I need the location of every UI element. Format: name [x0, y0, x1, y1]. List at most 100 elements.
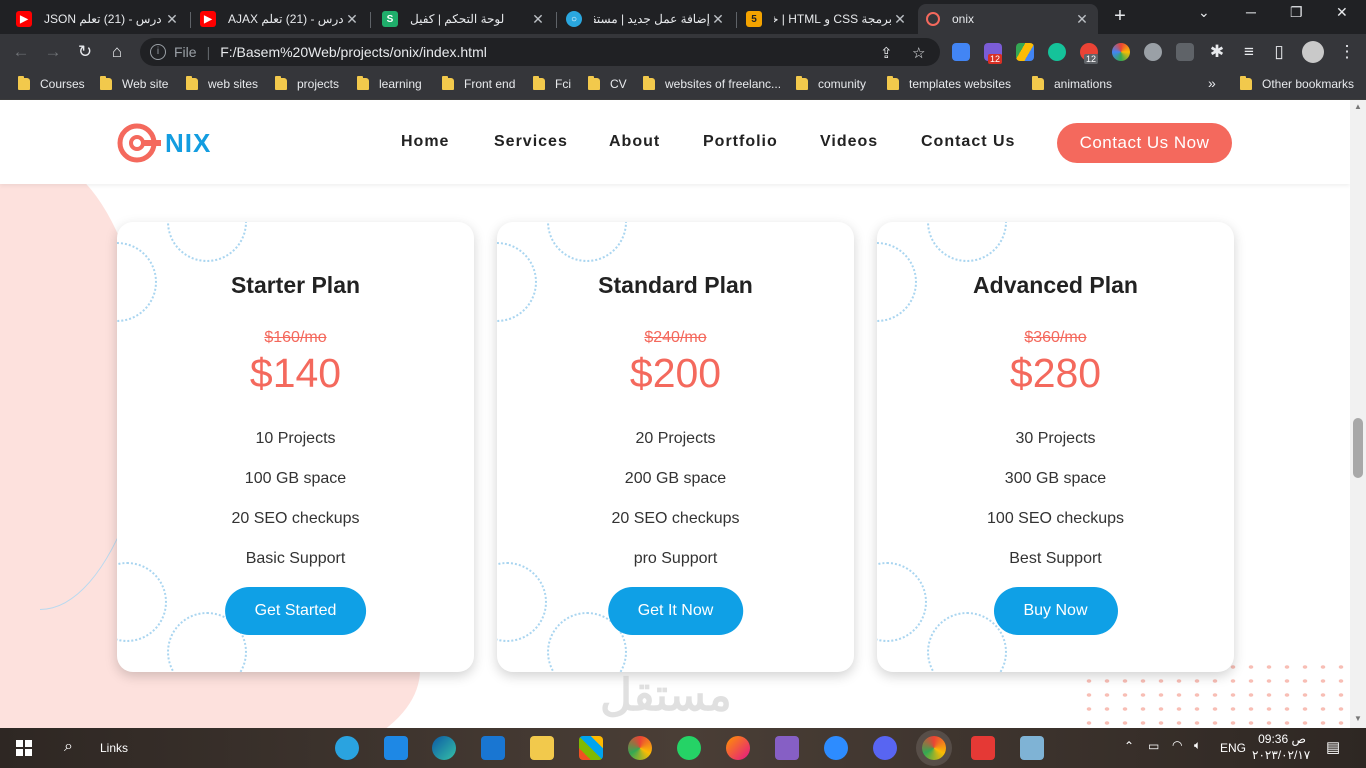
browser-tab-active[interactable]: onix ✕ [918, 4, 1098, 34]
contact-us-now-button[interactable]: Contact Us Now [1057, 123, 1232, 163]
mail-icon[interactable] [481, 736, 505, 760]
chrome-icon[interactable] [628, 736, 652, 760]
vscode-icon[interactable] [384, 736, 408, 760]
close-icon[interactable]: ✕ [344, 11, 360, 28]
app-icon[interactable] [971, 736, 995, 760]
close-icon[interactable]: ✕ [1074, 11, 1090, 28]
chrome-active-icon[interactable] [922, 736, 946, 760]
nav-videos[interactable]: Videos [820, 133, 878, 151]
extension-icon[interactable] [1144, 43, 1162, 61]
windows-start-icon[interactable] [16, 740, 32, 756]
scroll-down-arrow-icon[interactable]: ▼ [1354, 714, 1362, 723]
address-bar[interactable]: i File | F:/Basem%20Web/projects/onix/in… [140, 38, 940, 66]
home-button[interactable]: ⌂ [106, 41, 128, 63]
youtube-icon: ▶ [200, 11, 216, 27]
chevron-up-icon[interactable]: ⌃ [1124, 739, 1134, 753]
share-icon[interactable]: ⇪ [880, 44, 893, 62]
info-icon[interactable]: i [150, 44, 166, 60]
grammarly-icon[interactable] [1048, 43, 1066, 61]
nav-services[interactable]: Services [494, 133, 568, 151]
tab-search-icon[interactable]: ⌄ [1198, 4, 1210, 21]
nav-about[interactable]: About [609, 133, 660, 151]
get-it-now-button[interactable]: Get It Now [607, 587, 744, 635]
translate-extension-icon[interactable] [952, 43, 970, 61]
discord-icon[interactable] [873, 736, 897, 760]
site-logo[interactable]: NIX [117, 121, 211, 165]
browser-tab[interactable]: ▶ درس - (21) تعلم JSON ✕ [8, 4, 188, 34]
font-extension-icon[interactable] [1176, 43, 1194, 61]
bookmarks-overflow-button[interactable]: » [1208, 75, 1216, 91]
bookmark-folder[interactable]: learning [357, 76, 422, 91]
other-bookmarks-folder[interactable]: Other bookmarks [1240, 76, 1354, 91]
bookmark-folder[interactable]: CV [588, 76, 627, 91]
extension-badge: 12 [1084, 54, 1099, 64]
file-explorer-icon[interactable] [530, 736, 554, 760]
minimize-button[interactable]: ─ [1246, 4, 1256, 20]
taskbar-search-label[interactable]: Links [100, 741, 128, 755]
bookmark-folder[interactable]: Fci [533, 76, 571, 91]
zoom-icon[interactable] [824, 736, 848, 760]
browser-tab[interactable]: S لوحة التحكم | كفيل ✕ [374, 4, 554, 34]
browser-tab[interactable]: ○ إضافة عمل جديد | مستقل ✕ [558, 4, 734, 34]
page-scrollbar[interactable]: ▲ ▼ [1350, 100, 1366, 728]
scrollbar-thumb[interactable] [1353, 418, 1363, 478]
forward-button[interactable]: → [42, 41, 64, 63]
close-icon[interactable]: ✕ [892, 11, 908, 28]
bookmarks-bar: Courses Web site web sites projects lear… [0, 70, 1366, 100]
plan-feature: 300 GB space [1004, 470, 1107, 487]
close-icon[interactable]: ✕ [710, 11, 726, 28]
browser-tab[interactable]: ▶ درس - (21) تعلم AJAX ✕ [192, 4, 368, 34]
colorpicker-icon[interactable] [1112, 43, 1130, 61]
bookmark-folder[interactable]: animations [1032, 76, 1112, 91]
bookmark-folder[interactable]: Front end [442, 76, 515, 91]
drive-icon[interactable] [1016, 43, 1034, 61]
folder-icon [186, 76, 198, 90]
restore-button[interactable]: ❐ [1290, 4, 1303, 21]
wifi-icon[interactable]: ◠ [1172, 738, 1182, 752]
buy-now-button[interactable]: Buy Now [993, 587, 1118, 635]
menu-icon[interactable]: ⋮ [1336, 41, 1358, 63]
reload-button[interactable]: ↻ [74, 41, 96, 63]
nav-contact-us[interactable]: Contact Us [921, 133, 1015, 151]
close-window-button[interactable]: ✕ [1336, 4, 1348, 21]
bookmark-folder[interactable]: websites of freelanc... [643, 76, 781, 91]
battery-icon[interactable]: ▭ [1148, 739, 1159, 753]
back-button[interactable]: ← [10, 41, 32, 63]
plan-old-price: $360/mo [1024, 329, 1087, 346]
bookmark-folder[interactable]: comunity [796, 76, 866, 91]
bookmark-folder[interactable]: Web site [100, 76, 168, 91]
language-indicator[interactable]: ENG [1220, 741, 1246, 755]
notifications-icon[interactable]: ▤ [1326, 738, 1340, 756]
app-icon[interactable] [1020, 736, 1044, 760]
profile-avatar[interactable] [1302, 41, 1324, 63]
get-started-button[interactable]: Get Started [224, 587, 367, 635]
clock-time[interactable]: 09:36 ص [1258, 732, 1306, 746]
close-icon[interactable]: ✕ [530, 11, 546, 28]
whatsapp-icon[interactable] [677, 736, 701, 760]
nav-portfolio[interactable]: Portfolio [703, 133, 778, 151]
media-control-icon[interactable]: ≡ [1238, 41, 1260, 63]
nav-home[interactable]: Home [401, 133, 449, 151]
bookmark-folder[interactable]: projects [275, 76, 340, 91]
address-url[interactable]: F:/Basem%20Web/projects/onix/index.html [220, 44, 487, 60]
extensions-puzzle-icon[interactable]: ✱ [1206, 41, 1228, 63]
scroll-up-arrow-icon[interactable]: ▲ [1354, 102, 1362, 111]
close-icon[interactable]: ✕ [164, 11, 180, 28]
plan-title: Standard Plan [598, 272, 753, 298]
firefox-icon[interactable] [726, 736, 750, 760]
bookmark-label: projects [297, 77, 340, 91]
visual-studio-icon[interactable] [775, 736, 799, 760]
clock-date[interactable]: ٢٠٢٣/٠٢/١٧ [1252, 748, 1310, 762]
bookmark-folder[interactable]: templates websites [887, 76, 1011, 91]
bookmark-folder[interactable]: Courses [18, 76, 85, 91]
bookmark-folder[interactable]: web sites [186, 76, 258, 91]
bookmark-star-icon[interactable]: ☆ [912, 44, 925, 62]
volume-icon[interactable]: 🔈︎ [1194, 738, 1201, 753]
browser-tab[interactable]: 5 برمجة CSS و HTML | خمسات ✕ [738, 4, 916, 34]
search-icon[interactable]: ⌕ [64, 738, 73, 756]
new-tab-button[interactable]: + [1110, 6, 1130, 26]
telegram-icon[interactable] [335, 736, 359, 760]
store-icon[interactable] [579, 736, 603, 760]
side-panel-icon[interactable]: ▯ [1268, 41, 1290, 63]
edge-icon[interactable] [432, 736, 456, 760]
